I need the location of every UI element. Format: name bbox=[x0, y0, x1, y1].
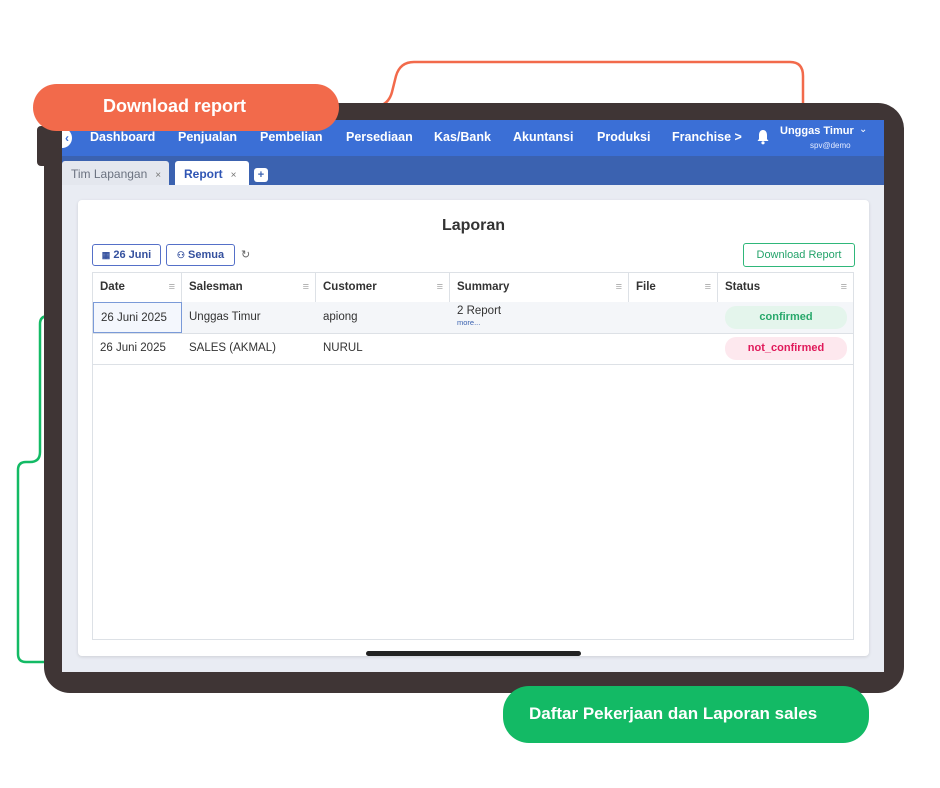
column-menu-icon[interactable]: ≡ bbox=[169, 281, 175, 293]
tab-report[interactable]: Report × bbox=[175, 161, 249, 185]
cell-status[interactable]: not_confirmed bbox=[718, 333, 853, 364]
back-icon[interactable]: ‹ bbox=[62, 128, 72, 148]
bell-icon[interactable] bbox=[756, 129, 770, 145]
nav-pembelian[interactable]: Pembelian bbox=[260, 130, 323, 144]
nav-dashboard[interactable]: Dashboard bbox=[90, 130, 155, 144]
table-row[interactable]: 26 Juni 2025 SALES (AKMAL) NURUL not_con… bbox=[93, 333, 853, 365]
nav-akuntansi[interactable]: Akuntansi bbox=[513, 130, 573, 144]
cell-summary[interactable] bbox=[450, 333, 629, 364]
cell-file[interactable] bbox=[629, 302, 718, 333]
app-screen: ‹ Dashboard Penjualan Pembelian Persedia… bbox=[62, 120, 884, 672]
cell-salesman[interactable]: SALES (AKMAL) bbox=[182, 333, 316, 364]
column-header-date[interactable]: Date ≡ bbox=[93, 273, 182, 302]
status-badge: confirmed bbox=[725, 306, 847, 329]
nav-produksi[interactable]: Produksi bbox=[597, 130, 651, 144]
cell-date[interactable]: 26 Juni 2025 bbox=[93, 302, 182, 333]
column-label: File bbox=[636, 281, 656, 293]
cell-date[interactable]: 26 Juni 2025 bbox=[93, 333, 182, 364]
column-menu-icon[interactable]: ≡ bbox=[841, 281, 847, 293]
column-menu-icon[interactable]: ≡ bbox=[616, 281, 622, 293]
report-card: Laporan ▦ 26 Juni ⚇ Semua ↻ Download Rep… bbox=[78, 200, 869, 656]
column-label: Customer bbox=[323, 281, 377, 293]
table-row[interactable]: 26 Juni 2025 Unggas Timur apiong 2 Repor… bbox=[93, 302, 853, 334]
column-header-customer[interactable]: Customer ≡ bbox=[316, 273, 450, 302]
date-filter-button[interactable]: ▦ 26 Juni bbox=[92, 244, 161, 266]
cell-summary[interactable]: 2 Report more... bbox=[450, 302, 629, 333]
user-name[interactable]: Unggas Timur bbox=[780, 125, 854, 137]
chevron-down-icon[interactable]: ⌄ bbox=[859, 124, 867, 135]
table-header: Date ≡ Salesman ≡ Customer ≡ Summary ≡ File ≡… bbox=[93, 273, 853, 303]
column-label: Summary bbox=[457, 281, 510, 293]
cell-customer[interactable]: apiong bbox=[316, 302, 450, 333]
tab-tim-lapangan[interactable]: Tim Lapangan × bbox=[62, 161, 169, 185]
calendar-icon: ▦ bbox=[101, 250, 111, 260]
date-filter-label: 26 Juni bbox=[113, 249, 152, 261]
column-header-file[interactable]: File ≡ bbox=[629, 273, 718, 302]
refresh-icon[interactable]: ↻ bbox=[241, 248, 250, 261]
cell-salesman[interactable]: Unggas Timur bbox=[182, 302, 316, 333]
tab-bar: Tim Lapangan × Report × + bbox=[62, 156, 884, 185]
nav-penjualan[interactable]: Penjualan bbox=[178, 130, 237, 144]
nav-franchise[interactable]: Franchise > bbox=[672, 130, 742, 144]
close-icon[interactable]: × bbox=[231, 170, 237, 181]
user-filter-button[interactable]: ⚇ Semua bbox=[166, 244, 235, 266]
column-menu-icon[interactable]: ≡ bbox=[705, 281, 711, 293]
tab-tim-lapangan-label: Tim Lapangan bbox=[71, 167, 148, 181]
nav-kas-bank[interactable]: Kas/Bank bbox=[434, 130, 491, 144]
user-role: spv@demo bbox=[810, 141, 851, 150]
daftar-pekerjaan-callout: Daftar Pekerjaan dan Laporan sales bbox=[503, 686, 869, 743]
nav-persediaan[interactable]: Persediaan bbox=[346, 130, 413, 144]
cell-status[interactable]: confirmed bbox=[718, 302, 853, 333]
column-header-salesman[interactable]: Salesman ≡ bbox=[182, 273, 316, 302]
download-report-callout: Download report bbox=[33, 84, 339, 131]
user-icon: ⚇ bbox=[176, 250, 185, 260]
cell-file[interactable] bbox=[629, 333, 718, 364]
summary-more-link[interactable]: more... bbox=[457, 318, 629, 327]
column-label: Date bbox=[100, 281, 125, 293]
column-menu-icon[interactable]: ≡ bbox=[303, 281, 309, 293]
cell-customer[interactable]: NURUL bbox=[316, 333, 450, 364]
column-menu-icon[interactable]: ≡ bbox=[437, 281, 443, 293]
close-icon[interactable]: × bbox=[155, 170, 161, 181]
page-title: Laporan bbox=[441, 217, 506, 234]
column-header-summary[interactable]: Summary ≡ bbox=[450, 273, 629, 302]
add-tab-button[interactable]: + bbox=[254, 168, 268, 182]
report-table: Date ≡ Salesman ≡ Customer ≡ Summary ≡ File ≡… bbox=[92, 272, 854, 640]
home-indicator bbox=[366, 651, 581, 656]
summary-text: 2 Report bbox=[457, 305, 502, 317]
download-report-button[interactable]: Download Report bbox=[743, 243, 855, 267]
user-filter-label: Semua bbox=[188, 249, 225, 261]
column-label: Status bbox=[725, 281, 761, 293]
tab-report-label: Report bbox=[184, 167, 223, 181]
column-label: Salesman bbox=[189, 281, 243, 293]
status-badge: not_confirmed bbox=[725, 337, 847, 360]
column-header-status[interactable]: Status ≡ bbox=[718, 273, 853, 302]
